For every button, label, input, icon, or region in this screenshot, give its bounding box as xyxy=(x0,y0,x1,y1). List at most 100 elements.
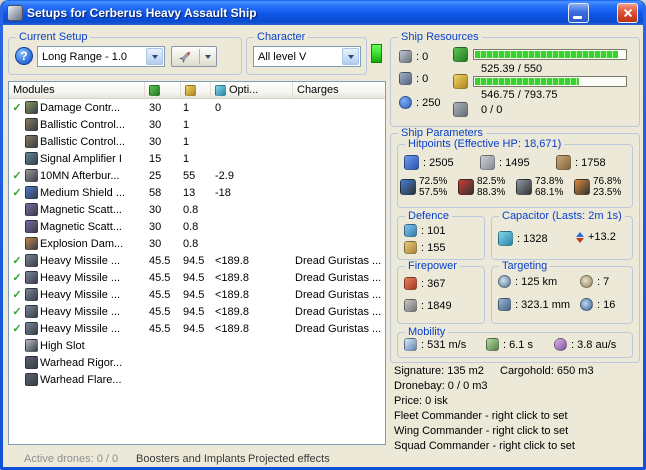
module-opti: -2.9 xyxy=(215,169,234,182)
module-icon xyxy=(25,135,38,148)
help-button[interactable]: ? xyxy=(15,47,33,65)
table-row[interactable]: ✓ Heavy Missile ... 45.5 94.5 <189.8 Dread Gu… xyxy=(9,320,385,337)
thermal-resist-group: 82.5% 88.3% xyxy=(458,176,505,198)
chevron-down-icon[interactable] xyxy=(204,54,211,59)
shield-resist-value: 72.5% xyxy=(419,176,448,187)
module-pg: 94.5 xyxy=(183,288,205,301)
column-header-cpu[interactable] xyxy=(145,82,181,98)
active-check-icon: ✓ xyxy=(12,306,22,318)
minimize-button[interactable] xyxy=(568,2,589,23)
table-row[interactable]: ✓ Heavy Missile ... 45.5 94.5 <189.8 Dread Gu… xyxy=(9,286,385,303)
module-cpu: 25 xyxy=(149,169,162,182)
cpu-progress-fill xyxy=(475,51,619,58)
column-header-modules[interactable]: Modules xyxy=(9,82,145,98)
modules-table[interactable]: Modules Opti... Charges ✓ Damage Contr...… xyxy=(8,81,386,445)
app-icon xyxy=(7,4,23,21)
column-header-charges[interactable]: Charges xyxy=(293,82,385,98)
table-row[interactable]: ✓ Heavy Missile ... 45.5 94.5 <189.8 Dread Gu… xyxy=(9,252,385,269)
cpu-icon xyxy=(453,47,468,62)
shield-hp-value: : 2505 xyxy=(423,156,454,169)
module-name: Warhead Rigor... xyxy=(40,356,123,369)
table-row[interactable]: Ballistic Control... 30 1 xyxy=(9,116,385,133)
cpu-icon xyxy=(149,84,160,96)
squad-commander-text[interactable]: Squad Commander - right click to set xyxy=(394,440,640,455)
firepower-value-1: : 367 xyxy=(421,277,446,290)
scan-resolution-value: : 323.1 mm xyxy=(515,298,571,311)
module-icon xyxy=(25,169,38,182)
section-projected-effects[interactable]: Projected effects xyxy=(248,453,360,465)
module-cpu: 30 xyxy=(149,220,162,233)
table-row[interactable]: ✓ Heavy Missile ... 45.5 94.5 <189.8 Dread Gu… xyxy=(9,303,385,320)
speed-stat: : 531 m/s xyxy=(404,338,466,351)
table-row[interactable]: Explosion Dam... 30 0.8 xyxy=(9,235,385,252)
section-boosters-and-implants[interactable]: Boosters and Implants xyxy=(136,453,248,465)
module-icon xyxy=(25,101,38,114)
setup-select[interactable]: Long Range - 1.0 xyxy=(37,46,165,67)
armor-resist-value: 68.1% xyxy=(535,187,564,198)
capacitor-label: Capacitor (Lasts: 2m 1s) xyxy=(499,210,625,223)
mobility-box: Mobility : 531 m/s : 6.1 s : 3.8 au/s xyxy=(397,326,633,358)
column-header-opti[interactable]: Opti... xyxy=(211,82,293,98)
table-row[interactable]: ✓ Medium Shield ... 58 13 -18 xyxy=(9,184,385,201)
table-row[interactable]: ✓ Damage Contr... 30 1 0 xyxy=(9,99,385,116)
module-name: Heavy Missile ... xyxy=(40,271,121,284)
dronebay-icon xyxy=(453,102,468,117)
module-opti: <189.8 xyxy=(215,288,249,301)
client-area: Current Setup ? Long Range - 1.0 Charact… xyxy=(3,25,643,467)
table-row[interactable]: ✓ Heavy Missile ... 45.5 94.5 <189.8 Dread Gu… xyxy=(9,269,385,286)
capacitor-amount-value: : 1328 xyxy=(517,232,548,245)
module-icon xyxy=(25,237,38,250)
armor-resist-value: 88.3% xyxy=(477,187,506,198)
active-check-icon: ✓ xyxy=(12,187,22,199)
structure-hp-stat: : 1758 xyxy=(556,155,606,170)
module-cell: ✓ Heavy Missile ... xyxy=(9,254,145,267)
titlebar[interactable]: Setups for Cerberus Heavy Assault Ship xyxy=(3,0,643,25)
minimize-icon xyxy=(573,15,582,19)
close-button[interactable] xyxy=(617,2,638,23)
module-name: Magnetic Scatt... xyxy=(40,203,122,216)
column-header-powergrid[interactable] xyxy=(181,82,211,98)
module-icon xyxy=(25,322,38,335)
module-opti: 0 xyxy=(215,101,222,114)
module-pg: 1 xyxy=(183,101,190,114)
table-row[interactable]: Ballistic Control... 30 1 xyxy=(9,133,385,150)
resist-values: 72.5% 57.5% xyxy=(419,176,447,198)
firepower-stat-2: : 1849 xyxy=(404,299,452,312)
ship-resources-group: Ship Resources : 0 : 0 : 250 525.39 / 55… xyxy=(390,31,640,127)
character-select-button[interactable] xyxy=(342,48,359,65)
modules-rows: ✓ Damage Contr... 30 1 0 Ballistic Control...… xyxy=(9,99,385,388)
turret-hardpoints-value: : 0 xyxy=(416,50,429,63)
module-pg: 0.8 xyxy=(183,203,199,216)
align-time-stat: : 6.1 s xyxy=(486,338,533,351)
table-row[interactable]: Magnetic Scatt... 30 0.8 xyxy=(9,218,385,235)
table-row[interactable]: Magnetic Scatt... 30 0.8 xyxy=(9,201,385,218)
module-pg: 0.8 xyxy=(183,237,199,250)
module-pg: 0.8 xyxy=(183,220,199,233)
module-charges: Dread Guristas ... xyxy=(295,322,382,335)
module-cell: ✓ Medium Shield ... xyxy=(9,186,145,199)
ship-resources-label: Ship Resources xyxy=(398,31,482,44)
warp-speed-stat: : 3.8 au/s xyxy=(554,338,616,351)
chevron-down-icon xyxy=(347,54,354,59)
module-icon xyxy=(25,118,38,131)
module-icon xyxy=(25,305,38,318)
character-select[interactable]: All level V xyxy=(253,46,361,67)
wing-commander-text[interactable]: Wing Commander - right click to set xyxy=(394,425,640,440)
section-active-drones-0-0[interactable]: Active drones: 0 / 0 xyxy=(24,453,136,465)
table-row[interactable]: Signal Amplifier I 15 1 xyxy=(9,150,385,167)
module-opti: <189.8 xyxy=(215,322,249,335)
table-row[interactable]: Warhead Flare... xyxy=(9,371,385,388)
module-cell: Magnetic Scatt... xyxy=(9,203,145,216)
module-icon xyxy=(25,373,38,386)
fleet-commander-text[interactable]: Fleet Commander - right click to set xyxy=(394,410,640,425)
table-row[interactable]: High Slot xyxy=(9,337,385,354)
module-pg: 55 xyxy=(183,169,196,182)
setup-select-button[interactable] xyxy=(146,48,163,65)
module-opti: <189.8 xyxy=(215,254,249,267)
table-row[interactable]: Warhead Rigor... xyxy=(9,354,385,371)
table-row[interactable]: ✓ 10MN Afterbur... 25 55 -2.9 xyxy=(9,167,385,184)
firepower-stat-1: : 367 xyxy=(404,277,445,290)
ammo-button[interactable] xyxy=(171,46,217,67)
targeting-range-value: : 125 km xyxy=(515,275,558,288)
firepower-label: Firepower xyxy=(405,260,460,273)
